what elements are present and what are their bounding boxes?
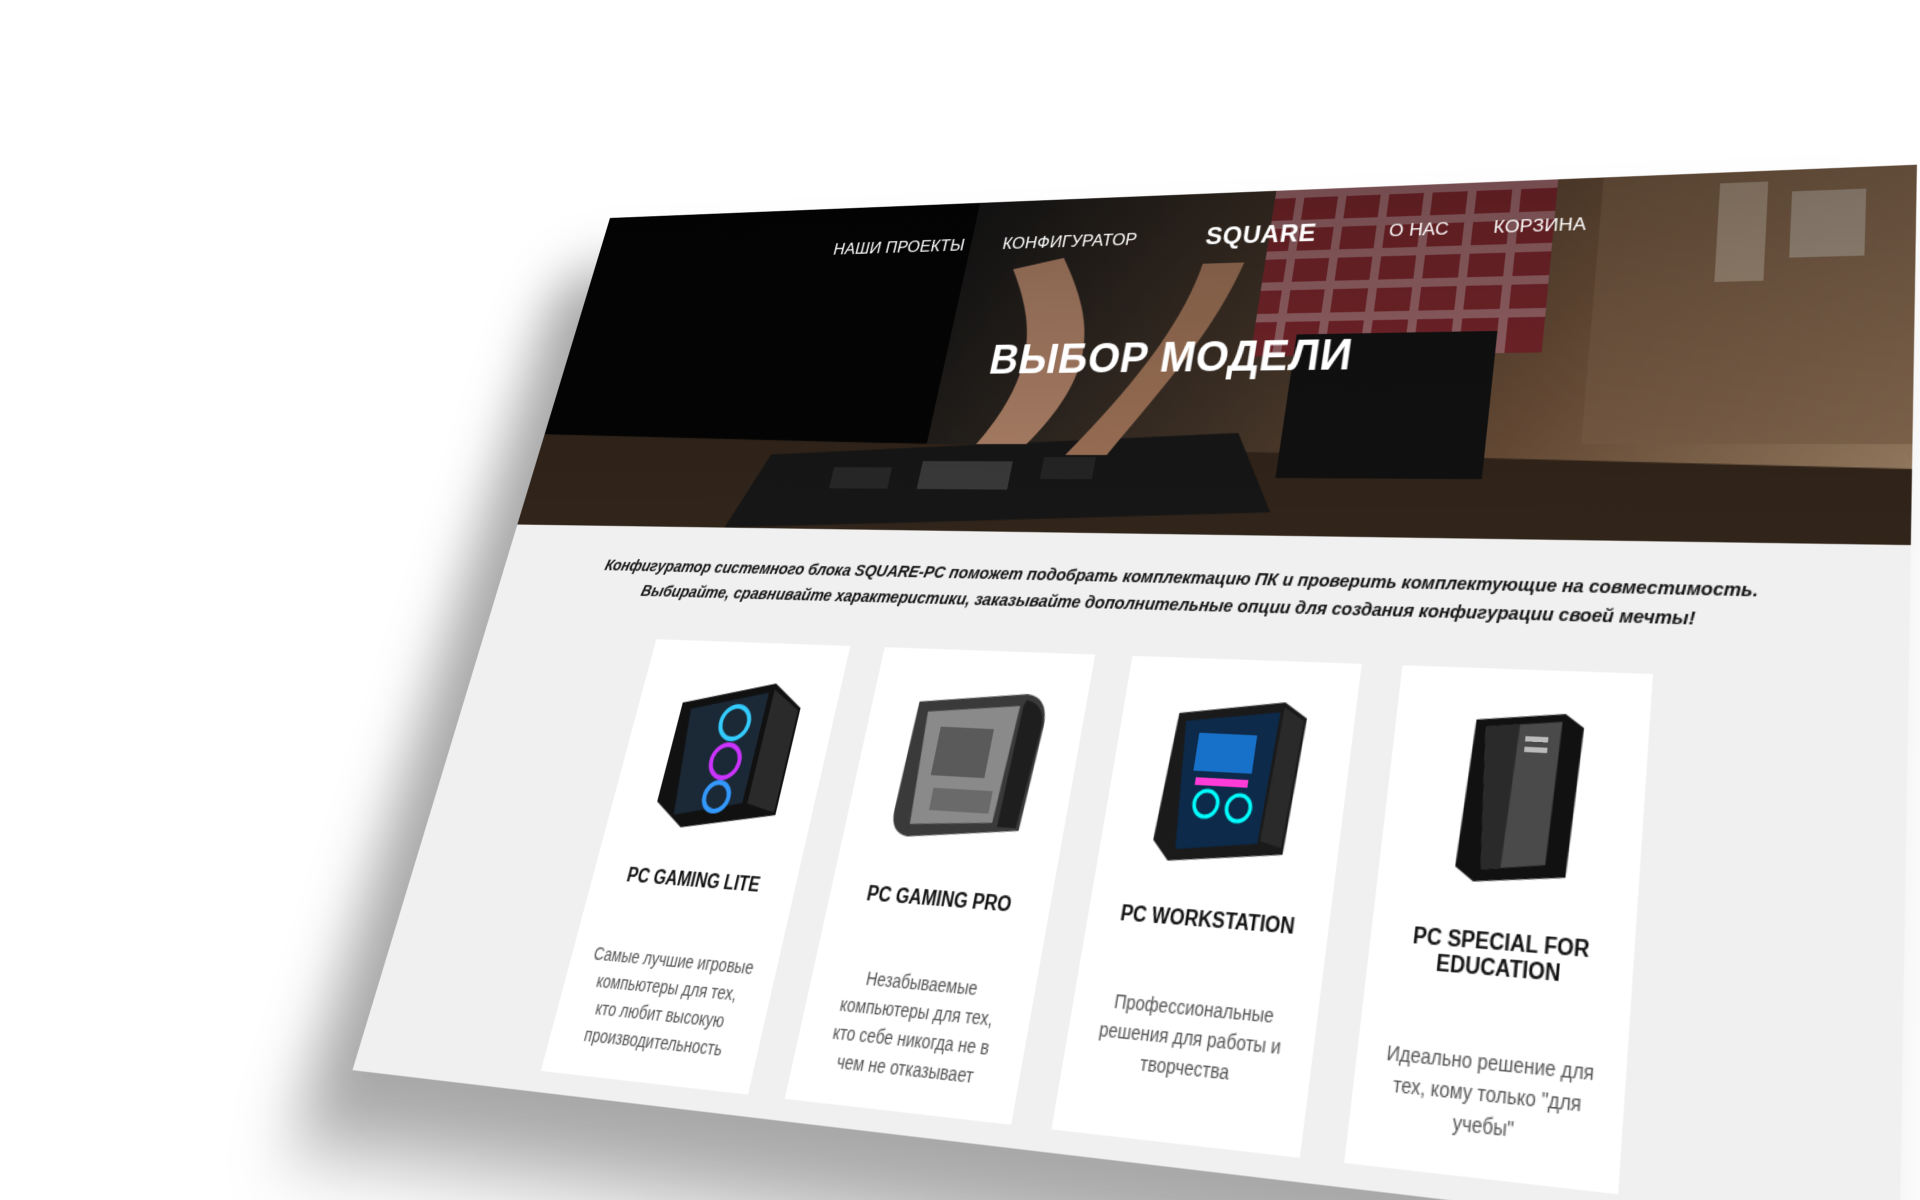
card-title: PC GAMING PRO: [864, 884, 1013, 918]
hero-section: НАШИ ПРОЕКТЫ КОНФИГУРАТОР SQUARE О НАС К…: [517, 165, 1917, 545]
card-description: Профессиональные решения для работы и тв…: [1085, 986, 1294, 1094]
education-case-icon: [1401, 691, 1625, 905]
card-title: PC WORKSTATION: [1118, 903, 1296, 941]
model-cards: PC GAMING LITE Самые лучшие игровые комп…: [359, 633, 1909, 1200]
gaming-pro-case-icon: [861, 671, 1069, 864]
workstation-case-icon: [1119, 681, 1335, 884]
nav-link-configurator[interactable]: КОНФИГУРАТОР: [1001, 230, 1139, 254]
model-card-education[interactable]: PC SPECIAL FOR EDUCATION Идеально решени…: [1344, 665, 1653, 1194]
card-title: PC GAMING LITE: [624, 865, 762, 897]
card-title: PC SPECIAL FOR EDUCATION: [1367, 922, 1636, 995]
card-description: Незабываемые компьютеры для тех, кто себ…: [813, 962, 1015, 1094]
model-card-workstation[interactable]: PC WORKSTATION Профессиональные решения …: [1051, 656, 1361, 1158]
card-description: Самые лучшие игровые компьютеры для тех,…: [568, 940, 759, 1065]
gaming-lite-case-icon: [624, 662, 825, 847]
site-logo[interactable]: SQUARE: [1203, 219, 1318, 251]
nav-link-projects[interactable]: НАШИ ПРОЕКТЫ: [831, 236, 966, 260]
nav-link-cart[interactable]: КОРЗИНА: [1492, 214, 1587, 238]
card-description: Идеально решение для тех, кому только "д…: [1374, 1038, 1599, 1155]
website-mockup: НАШИ ПРОЕКТЫ КОНФИГУРАТОР SQUARE О НАС К…: [352, 165, 1916, 1200]
stage: НАШИ ПРОЕКТЫ КОНФИГУРАТОР SQUARE О НАС К…: [0, 0, 1920, 1200]
nav-link-about[interactable]: О НАС: [1388, 219, 1450, 242]
